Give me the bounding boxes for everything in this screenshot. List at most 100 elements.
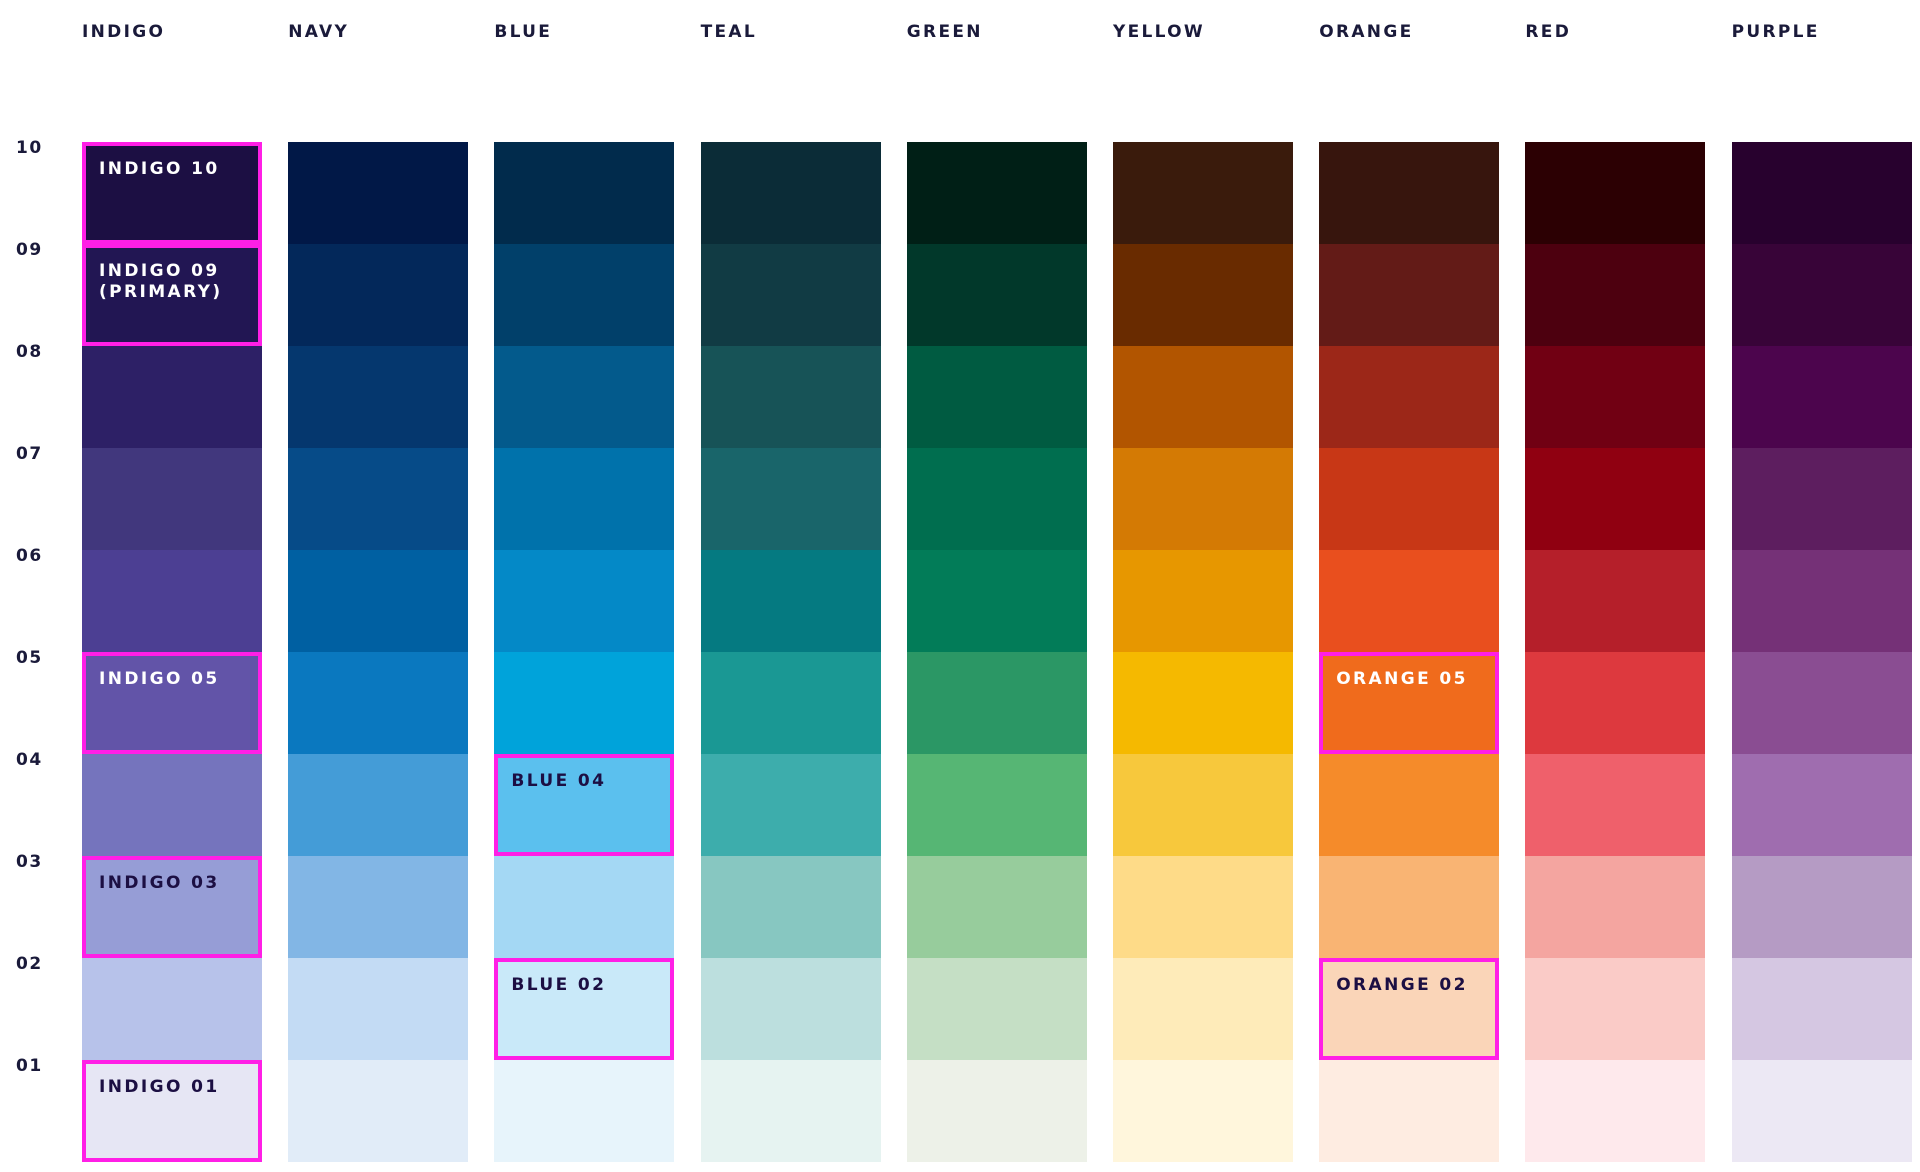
swatch-green-09[interactable] xyxy=(906,244,1087,346)
swatch-blue-08[interactable] xyxy=(494,346,675,448)
swatch-blue-01[interactable] xyxy=(494,1060,675,1162)
swatch-green-04[interactable] xyxy=(906,754,1087,856)
swatch-teal-03[interactable] xyxy=(700,856,881,958)
swatch-teal-07[interactable] xyxy=(700,448,881,550)
swatch-yellow-05[interactable] xyxy=(1113,652,1293,754)
swatch-navy-03[interactable] xyxy=(288,856,469,958)
swatch-indigo-07[interactable] xyxy=(82,448,262,550)
highlighted-swatch-blue-04[interactable]: BLUE 04 xyxy=(494,754,675,856)
swatch-navy-10[interactable] xyxy=(288,142,469,244)
swatch-orange-03[interactable] xyxy=(1319,856,1500,958)
column-header-teal: TEAL xyxy=(700,22,757,42)
swatch-green-08[interactable] xyxy=(906,346,1087,448)
highlighted-swatch-indigo-10[interactable]: INDIGO 10 xyxy=(82,142,262,244)
swatch-green-06[interactable] xyxy=(906,550,1087,652)
swatch-label: INDIGO 09 (PRIMARY) xyxy=(99,261,223,302)
swatch-navy-04[interactable] xyxy=(288,754,469,856)
swatch-red-01[interactable] xyxy=(1525,1060,1706,1162)
column-header-blue: BLUE xyxy=(494,22,553,42)
swatch-purple-01[interactable] xyxy=(1731,1060,1912,1162)
row-label-05: 05 xyxy=(16,648,43,668)
swatch-red-08[interactable] xyxy=(1525,346,1706,448)
swatch-red-06[interactable] xyxy=(1525,550,1706,652)
swatch-label: BLUE 04 xyxy=(511,771,607,791)
highlighted-swatch-blue-02[interactable]: BLUE 02 xyxy=(494,958,675,1060)
swatch-green-03[interactable] xyxy=(906,856,1087,958)
swatch-teal-09[interactable] xyxy=(700,244,881,346)
swatch-indigo-06[interactable] xyxy=(82,550,262,652)
swatch-navy-06[interactable] xyxy=(288,550,469,652)
swatch-blue-06[interactable] xyxy=(494,550,675,652)
swatch-purple-03[interactable] xyxy=(1731,856,1912,958)
swatch-blue-07[interactable] xyxy=(494,448,675,550)
highlighted-swatch-indigo-01[interactable]: INDIGO 01 xyxy=(82,1060,262,1162)
swatch-purple-07[interactable] xyxy=(1731,448,1912,550)
swatch-red-05[interactable] xyxy=(1525,652,1706,754)
swatch-purple-06[interactable] xyxy=(1731,550,1912,652)
swatch-green-01[interactable] xyxy=(906,1060,1087,1162)
swatch-red-10[interactable] xyxy=(1525,142,1706,244)
swatch-green-05[interactable] xyxy=(906,652,1087,754)
swatch-yellow-06[interactable] xyxy=(1113,550,1293,652)
swatch-teal-01[interactable] xyxy=(700,1060,881,1162)
swatch-orange-04[interactable] xyxy=(1319,754,1500,856)
column-header-orange: ORANGE xyxy=(1319,22,1414,42)
highlighted-swatch-indigo-03[interactable]: INDIGO 03 xyxy=(82,856,262,958)
swatch-teal-04[interactable] xyxy=(700,754,881,856)
swatch-indigo-04[interactable] xyxy=(82,754,262,856)
swatch-teal-05[interactable] xyxy=(700,652,881,754)
swatch-navy-08[interactable] xyxy=(288,346,469,448)
highlighted-swatch-orange-05[interactable]: ORANGE 05 xyxy=(1319,652,1500,754)
swatch-navy-01[interactable] xyxy=(288,1060,469,1162)
swatch-label: INDIGO 10 xyxy=(99,159,220,179)
swatch-orange-06[interactable] xyxy=(1319,550,1500,652)
swatch-orange-07[interactable] xyxy=(1319,448,1500,550)
swatch-blue-10[interactable] xyxy=(494,142,675,244)
swatch-green-02[interactable] xyxy=(906,958,1087,1060)
highlighted-swatch-indigo-05[interactable]: INDIGO 05 xyxy=(82,652,262,754)
swatch-purple-09[interactable] xyxy=(1731,244,1912,346)
swatch-orange-09[interactable] xyxy=(1319,244,1500,346)
swatch-purple-05[interactable] xyxy=(1731,652,1912,754)
swatch-yellow-02[interactable] xyxy=(1113,958,1293,1060)
swatch-blue-05[interactable] xyxy=(494,652,675,754)
swatch-purple-08[interactable] xyxy=(1731,346,1912,448)
swatch-red-02[interactable] xyxy=(1525,958,1706,1060)
swatch-purple-02[interactable] xyxy=(1731,958,1912,1060)
swatch-orange-01[interactable] xyxy=(1319,1060,1500,1162)
swatch-yellow-07[interactable] xyxy=(1113,448,1293,550)
swatch-indigo-08[interactable] xyxy=(82,346,262,448)
swatch-blue-09[interactable] xyxy=(494,244,675,346)
swatch-navy-02[interactable] xyxy=(288,958,469,1060)
swatch-yellow-09[interactable] xyxy=(1113,244,1293,346)
swatch-label: ORANGE 05 xyxy=(1336,669,1468,689)
swatch-navy-09[interactable] xyxy=(288,244,469,346)
swatch-indigo-02[interactable] xyxy=(82,958,262,1060)
swatch-red-09[interactable] xyxy=(1525,244,1706,346)
swatch-navy-07[interactable] xyxy=(288,448,469,550)
swatch-teal-02[interactable] xyxy=(700,958,881,1060)
highlighted-swatch-orange-02[interactable]: ORANGE 02 xyxy=(1319,958,1500,1060)
swatch-teal-06[interactable] xyxy=(700,550,881,652)
swatch-yellow-10[interactable] xyxy=(1113,142,1293,244)
swatch-label: BLUE 02 xyxy=(511,975,607,995)
swatch-yellow-08[interactable] xyxy=(1113,346,1293,448)
swatch-green-10[interactable] xyxy=(906,142,1087,244)
swatch-navy-05[interactable] xyxy=(288,652,469,754)
swatch-yellow-04[interactable] xyxy=(1113,754,1293,856)
swatch-red-03[interactable] xyxy=(1525,856,1706,958)
swatch-yellow-01[interactable] xyxy=(1113,1060,1293,1162)
highlighted-swatch-indigo-09[interactable]: INDIGO 09 (PRIMARY) xyxy=(82,244,262,346)
swatch-purple-04[interactable] xyxy=(1731,754,1912,856)
swatch-red-04[interactable] xyxy=(1525,754,1706,856)
swatch-orange-10[interactable] xyxy=(1319,142,1500,244)
swatch-purple-10[interactable] xyxy=(1731,142,1912,244)
swatch-label: INDIGO 03 xyxy=(99,873,220,893)
swatch-teal-10[interactable] xyxy=(700,142,881,244)
swatch-red-07[interactable] xyxy=(1525,448,1706,550)
swatch-blue-03[interactable] xyxy=(494,856,675,958)
swatch-teal-08[interactable] xyxy=(700,346,881,448)
swatch-yellow-03[interactable] xyxy=(1113,856,1293,958)
swatch-green-07[interactable] xyxy=(906,448,1087,550)
swatch-orange-08[interactable] xyxy=(1319,346,1500,448)
